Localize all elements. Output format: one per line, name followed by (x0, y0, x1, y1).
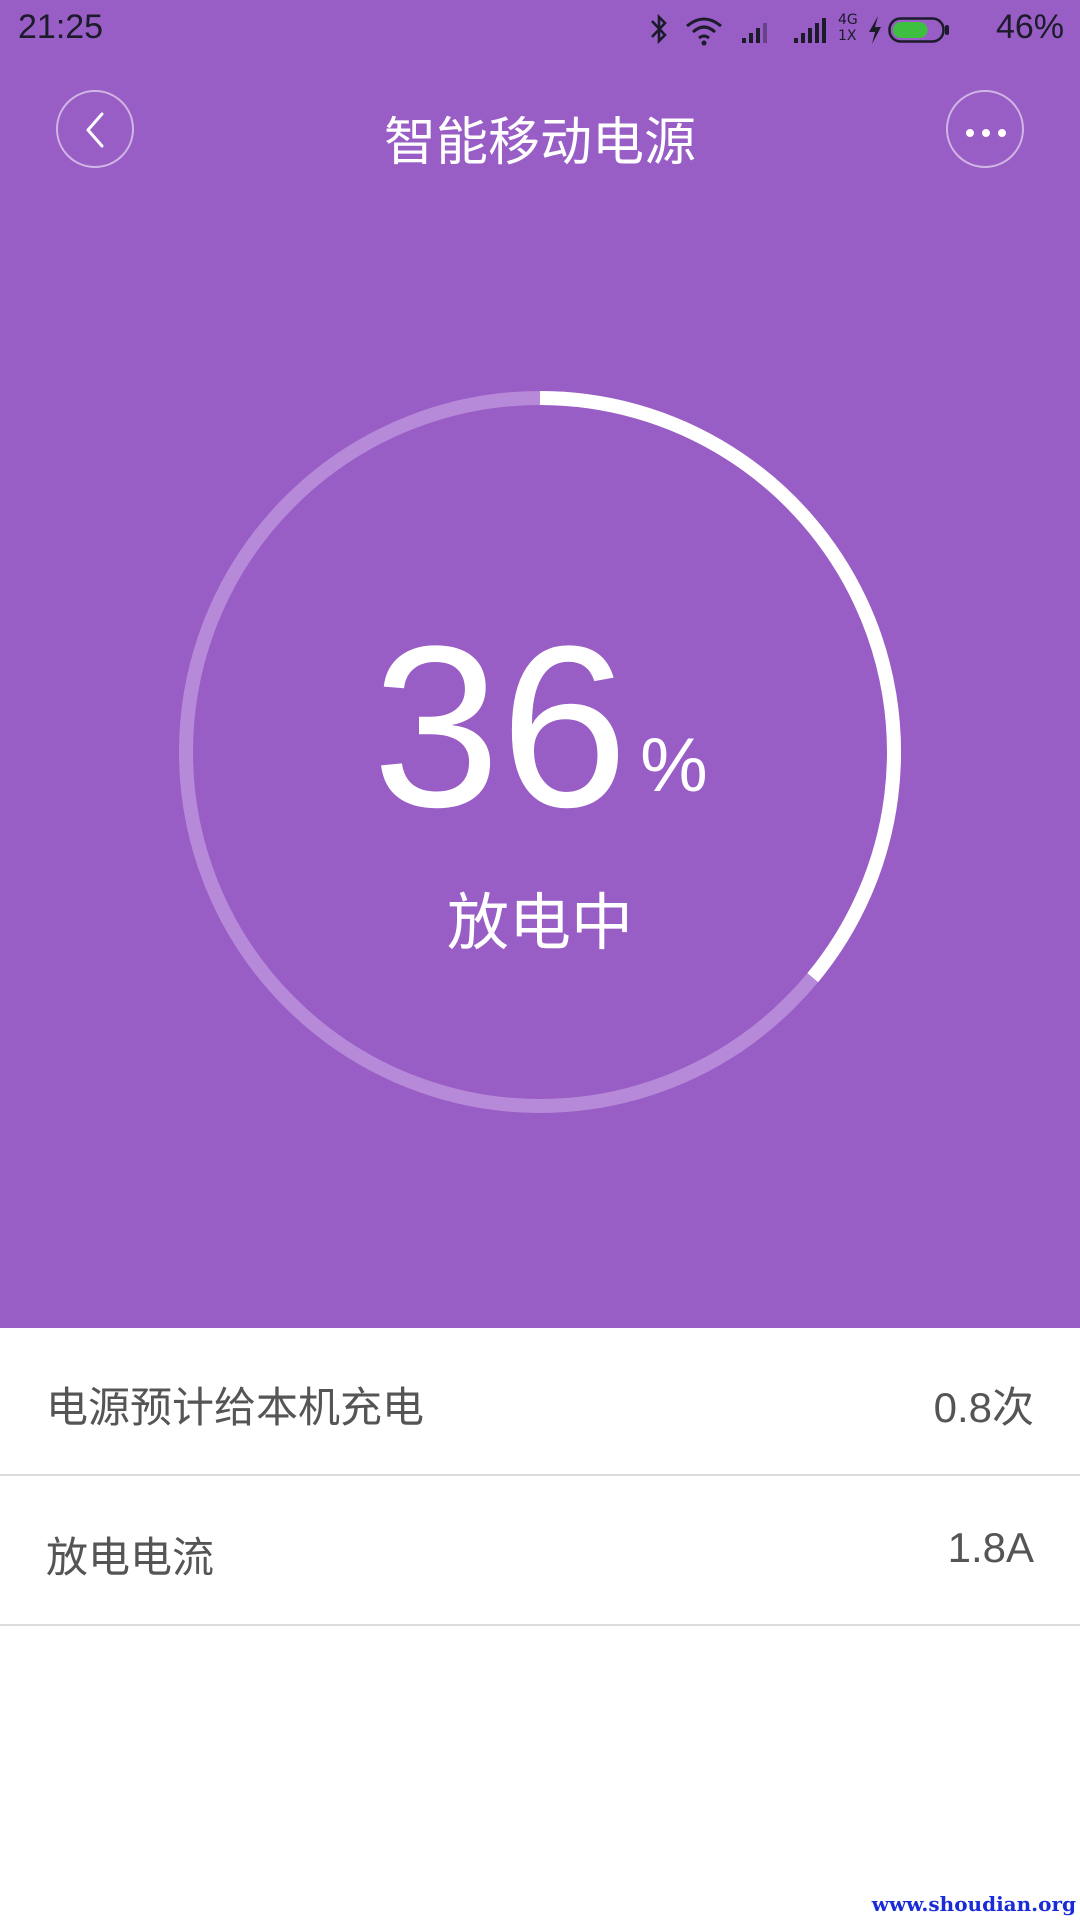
more-dots-icon (964, 124, 1008, 143)
signal-icon-2 (792, 18, 832, 48)
battery-percent-value: 36 (372, 598, 629, 855)
page-title: 智能移动电源 (383, 113, 696, 173)
percent-sign: % (640, 723, 708, 808)
detail-label: 电源预计给本机充电 (46, 1383, 425, 1432)
battery-percent-display: 36% (0, 612, 1080, 842)
battery-percent: 46% (995, 8, 1064, 46)
status-time: 21:25 (18, 8, 104, 46)
detail-value: 1.8A (947, 1524, 1034, 1571)
detail-value: 0.8次 (933, 1384, 1034, 1431)
status-bar: 21:25 4G 1X 46% (0, 0, 1080, 60)
detail-row-discharge-current: 放电电流 1.8A (0, 1478, 1080, 1626)
wifi-icon (684, 16, 724, 50)
detail-label: 放电电流 (46, 1533, 215, 1582)
battery-icon (888, 17, 950, 47)
header-panel: 21:25 4G 1X 46% 智能移动电源 36 % 放电中 (0, 0, 1080, 1328)
bluetooth-icon (648, 12, 670, 50)
detail-row-charge-times: 电源预计给本机充电 0.8次 (0, 1328, 1080, 1476)
charging-icon (866, 14, 884, 50)
power-status: 放电中 (446, 886, 633, 959)
watermark: www.shoudian.org (871, 1892, 1076, 1916)
navigation-bar: 智能移动电源 (0, 88, 1080, 178)
more-button[interactable] (946, 90, 1024, 168)
network-type-label: 4G 1X (838, 12, 858, 44)
signal-icon-1 (740, 18, 774, 48)
status-icons: 4G 1X 46% (644, 8, 1064, 52)
